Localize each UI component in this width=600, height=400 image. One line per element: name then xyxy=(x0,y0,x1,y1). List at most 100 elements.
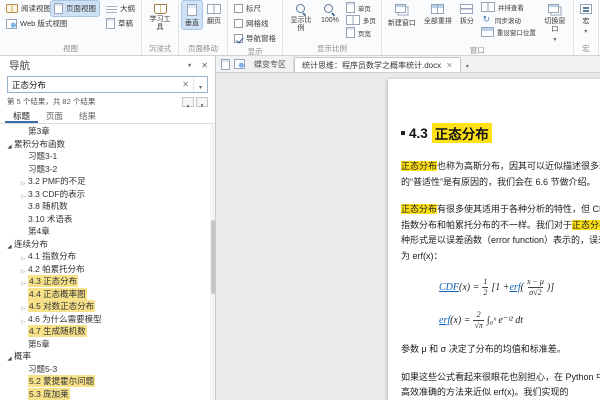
tab-list-dropdown[interactable] xyxy=(461,55,474,73)
tree-item-probability-chapter[interactable]: 概率 xyxy=(0,350,215,363)
tree-item-5-2[interactable]: 5.2 蒙提霍尔问题 xyxy=(0,375,215,388)
page-width-button[interactable]: 页宽 xyxy=(344,26,378,39)
tree-item-ch3[interactable]: 第3章 xyxy=(0,125,215,138)
tree-item-4-4[interactable]: 4.4 正态概率图 xyxy=(0,288,215,301)
web-layout-button[interactable]: Web 版式视图 xyxy=(3,16,99,31)
ribbon-view-tab-content: 阅读视图 页面视图 Web 版式视图 大纲 xyxy=(0,0,600,56)
tree-item-3-2[interactable]: 3.2 PMF的不足 xyxy=(0,175,215,188)
tree-item-ch5[interactable]: 第5章 xyxy=(0,338,215,351)
outline-button[interactable]: 大纲 xyxy=(103,1,138,16)
fraction: x − μσ√2 xyxy=(527,277,544,297)
gridlines-checkbox-icon xyxy=(234,19,243,28)
tree-item-4-1[interactable]: 4.1 指数分布 xyxy=(0,250,215,263)
ruler-checkbox[interactable]: 标尺 xyxy=(231,1,279,16)
document-canvas[interactable]: 4.3 正态分布 正态分布也称为高斯分布，因其可以近似描述很多现象而成为使用最广… xyxy=(216,73,600,400)
tab-group-label: 蝶变专区 xyxy=(254,59,286,70)
collapsed-arrow-icon[interactable] xyxy=(19,273,28,289)
nav-tab-headings[interactable]: 标题 xyxy=(5,109,38,123)
tree-item-cdf-chapter[interactable]: 累积分布函数 xyxy=(0,138,215,151)
zoom-100-label: 100% xyxy=(321,17,339,24)
split-label: 拆分 xyxy=(460,16,474,26)
arrange-all-button[interactable]: 全部重排 xyxy=(421,1,455,27)
tree-item-4-2[interactable]: 4.2 帕累托分布 xyxy=(0,263,215,276)
paragraph-1: 正态分布也称为高斯分布，因其可以近似描述很多现象而成为使用最广 的“普适性”是有… xyxy=(401,159,600,190)
print-layout-button[interactable]: 页面视图 xyxy=(51,1,99,16)
reset-window-position-button[interactable]: 重设窗口位置 xyxy=(479,26,538,38)
tree-item-3-8[interactable]: 3.8 随机数 xyxy=(0,200,215,213)
section-heading: 4.3 正态分布 xyxy=(401,123,600,143)
tab-group[interactable]: 蝶变专区 xyxy=(247,56,294,72)
read-mode-button[interactable]: 阅读视图 xyxy=(3,1,51,16)
new-document-tab-icon[interactable] xyxy=(221,59,230,70)
heading-number: 4.3 xyxy=(409,126,428,141)
side-to-side-button[interactable]: 翻页 xyxy=(204,1,224,27)
multiple-pages-button[interactable]: 多页 xyxy=(344,14,378,26)
close-tab-icon[interactable] xyxy=(446,61,453,70)
tree-item-ch4[interactable]: 第4章 xyxy=(0,225,215,238)
clear-search-icon[interactable] xyxy=(178,80,193,89)
nav-tab-results[interactable]: 结果 xyxy=(71,109,104,123)
split-button[interactable]: 拆分 xyxy=(457,1,477,27)
navigation-pane-checkbox[interactable]: 导航窗格 xyxy=(231,31,279,46)
learning-tools-button[interactable]: 学习工具 xyxy=(145,1,175,33)
next-result-button[interactable] xyxy=(196,97,208,107)
learning-tools-label: 学习工具 xyxy=(148,16,172,32)
expanded-arrow-icon[interactable] xyxy=(5,236,14,252)
zoom-100-button[interactable]: 100% xyxy=(318,1,342,25)
nav-scrollbar-thumb[interactable] xyxy=(211,220,215,294)
multiple-pages-label: 多页 xyxy=(363,15,376,25)
tree-item-ex3-1[interactable]: 习题3-1 xyxy=(0,150,215,163)
search-options-dropdown[interactable] xyxy=(193,77,207,92)
gridlines-checkbox[interactable]: 网格线 xyxy=(231,16,279,31)
outline-icon xyxy=(106,4,117,14)
cdf-link[interactable]: CDF xyxy=(439,282,459,293)
page-width-label: 页宽 xyxy=(358,28,371,38)
previous-result-button[interactable] xyxy=(182,97,194,107)
tree-item-4-5[interactable]: 4.5 对数正态分布 xyxy=(0,300,215,313)
tree-item-3-10[interactable]: 3.10 术语表 xyxy=(0,213,215,226)
erf-link[interactable]: erf xyxy=(510,282,521,293)
navigation-pane-title: 导航 xyxy=(9,58,178,73)
tree-item-4-3[interactable]: 4.3 正态分布 xyxy=(0,275,215,288)
tree-item-4-6[interactable]: 4.6 为什么需要模型 xyxy=(0,313,215,326)
collapsed-arrow-icon[interactable] xyxy=(19,186,28,202)
view-side-by-side-button[interactable]: 并排查看 xyxy=(479,1,538,13)
zoom-100-icon xyxy=(324,4,335,15)
expanded-arrow-icon[interactable] xyxy=(5,348,14,364)
nav-pane-close-icon[interactable] xyxy=(201,61,208,70)
synchronous-scrolling-button[interactable]: 同步滚动 xyxy=(479,13,538,26)
macros-button[interactable]: 宏 xyxy=(577,1,595,36)
active-document-tab[interactable]: 统计思维：程序员数学之概率统计.docx xyxy=(294,57,461,72)
nav-tab-pages[interactable]: 页面 xyxy=(38,109,71,123)
new-window-button[interactable]: 新建窗口 xyxy=(385,1,419,29)
tree-item-continuous-chapter[interactable]: 连续分布 xyxy=(0,238,215,251)
nav-search-box[interactable]: 正态分布 xyxy=(7,76,208,93)
draft-button[interactable]: 草稿 xyxy=(103,16,138,31)
web-layout-label: Web 版式视图 xyxy=(20,18,67,29)
vertical-icon xyxy=(187,4,197,16)
tree-item-3-3[interactable]: 3.3 CDF的表示 xyxy=(0,188,215,201)
zoom-button[interactable]: 显示比例 xyxy=(286,1,316,34)
switch-windows-label: 切换窗口 xyxy=(543,18,567,34)
nav-search-input[interactable]: 正态分布 xyxy=(8,79,178,91)
nav-pane-options-icon[interactable] xyxy=(187,60,192,70)
immersive-group-label: 沉浸式 xyxy=(145,43,175,55)
arrange-all-label: 全部重排 xyxy=(424,16,452,26)
draft-label: 草稿 xyxy=(118,18,133,29)
collapsed-arrow-icon[interactable] xyxy=(19,311,28,327)
document-page[interactable]: 4.3 正态分布 正态分布也称为高斯分布，因其可以近似描述很多现象而成为使用最广… xyxy=(388,79,600,400)
tree-item-ex5-3[interactable]: 习题5-3 xyxy=(0,363,215,376)
one-page-button[interactable]: 单页 xyxy=(344,1,378,14)
tree-item-4-7[interactable]: 4.7 生成随机数 xyxy=(0,325,215,338)
tree-item-ex3-2[interactable]: 习题3-2 xyxy=(0,163,215,176)
document-list-icon[interactable] xyxy=(234,59,245,69)
switch-windows-button[interactable]: 切换窗口 xyxy=(540,1,570,45)
draft-icon xyxy=(106,18,115,29)
expanded-arrow-icon[interactable] xyxy=(5,136,14,152)
erf-link[interactable]: erf xyxy=(439,315,450,326)
vertical-button[interactable]: 垂直 xyxy=(182,1,202,29)
switch-windows-dropdown-icon xyxy=(553,36,556,44)
tree-item-5-3[interactable]: 5.3 庞加莱 xyxy=(0,388,215,400)
nav-scrollbar[interactable] xyxy=(210,124,215,400)
chevron-down-icon xyxy=(466,55,469,72)
